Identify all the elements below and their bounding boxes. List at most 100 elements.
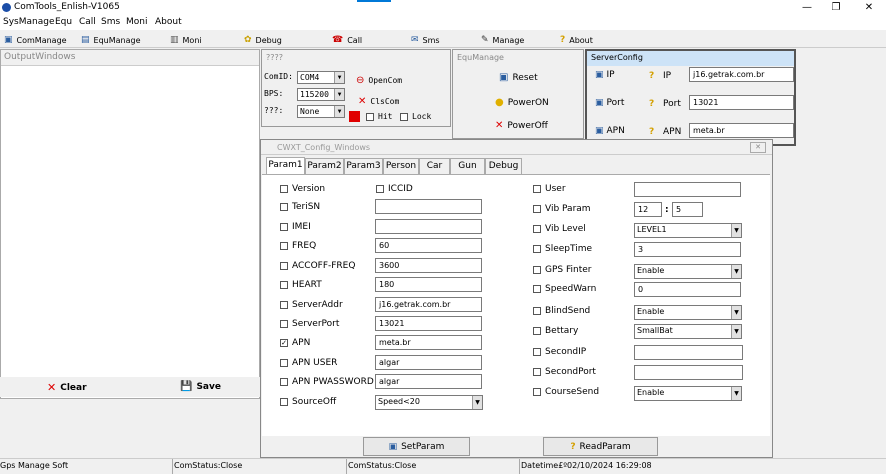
accoff-freq-checkbox[interactable] xyxy=(280,262,288,270)
menu-about[interactable]: About xyxy=(155,17,182,27)
server-apn-button[interactable]: ▣ APN xyxy=(595,126,625,136)
apn-password-input[interactable]: algar xyxy=(375,374,482,389)
bettary-select[interactable]: SmallBat ▼ xyxy=(634,324,742,339)
poweroff-button[interactable]: ✕ PowerOff xyxy=(495,120,548,131)
menu-equ[interactable]: Equ xyxy=(55,17,72,27)
poweron-button[interactable]: ● PowerON xyxy=(495,97,549,108)
vib-param-input-1[interactable]: 12 xyxy=(634,202,662,217)
iccid-checkbox[interactable] xyxy=(376,185,384,193)
hit-checkbox[interactable] xyxy=(366,113,374,121)
tab-person[interactable]: Person xyxy=(383,158,419,174)
freq-label: FREQ xyxy=(292,241,317,251)
secondport-checkbox[interactable] xyxy=(533,368,541,376)
toolbar-equmanage-button[interactable]: ▤ EquManage xyxy=(81,33,141,47)
freq-input[interactable]: 60 xyxy=(375,238,482,253)
tab-gun[interactable]: Gun xyxy=(450,158,485,174)
bps-select[interactable]: 115200 ▼ xyxy=(297,88,345,101)
server-port-input[interactable]: 13021 xyxy=(689,95,794,110)
menu-moni[interactable]: Moni xyxy=(126,17,147,27)
apn-password-checkbox[interactable] xyxy=(280,378,288,386)
version-checkbox[interactable] xyxy=(280,185,288,193)
lock-checkbox[interactable] xyxy=(400,113,408,121)
imei-checkbox[interactable] xyxy=(280,223,288,231)
accoff-freq-input[interactable]: 3600 xyxy=(375,258,482,273)
server-ip-input[interactable]: j16.getrak.com.br xyxy=(689,67,794,82)
user-checkbox[interactable] xyxy=(533,185,541,193)
bettary-checkbox[interactable] xyxy=(533,327,541,335)
toolbar-moni-button[interactable]: ▥ Moni xyxy=(170,33,202,47)
vib-param-checkbox[interactable] xyxy=(533,205,541,213)
coursesend-label: CourseSend xyxy=(545,387,600,397)
toolbar-commanage-button[interactable]: ▣ ComManage xyxy=(4,33,67,47)
save-icon: 💾 xyxy=(180,381,193,392)
toolbar-debug-button[interactable]: ✿ Debug xyxy=(244,33,282,47)
tab-debug[interactable]: Debug xyxy=(485,158,522,174)
menu-sms[interactable]: Sms xyxy=(101,17,120,27)
sourceoff-select[interactable]: Speed<20 ▼ xyxy=(375,395,483,410)
toolbar-sms-button[interactable]: ✉ Sms xyxy=(411,33,440,47)
server-apn-input[interactable]: meta.br xyxy=(689,123,794,138)
tab-car[interactable]: Car xyxy=(419,158,450,174)
coursesend-checkbox[interactable] xyxy=(533,388,541,396)
serveraddr-checkbox[interactable] xyxy=(280,301,288,309)
toolbar-call-button[interactable]: ☎ Call xyxy=(332,33,362,47)
coursesend-select[interactable]: Enable ▼ xyxy=(634,386,742,401)
serveraddr-input[interactable]: j16.getrak.com.br xyxy=(375,297,482,312)
freq-checkbox[interactable] xyxy=(280,242,288,250)
speedwarn-label: SpeedWarn xyxy=(545,284,597,294)
close-com-button[interactable]: ✕ ClsCom xyxy=(358,96,399,107)
tab-param1[interactable]: Param1 xyxy=(266,157,305,174)
server-apn-label: APN xyxy=(663,127,682,137)
maximize-button[interactable]: ❐ xyxy=(822,0,850,16)
user-input[interactable] xyxy=(634,182,741,197)
comid-select[interactable]: COM4 ▼ xyxy=(297,71,345,84)
apn-checkbox[interactable]: ✓ xyxy=(280,339,288,347)
reset-button[interactable]: ▣ Reset xyxy=(499,72,538,83)
config-close-button[interactable]: ✕ xyxy=(750,142,766,153)
apn-user-checkbox[interactable] xyxy=(280,359,288,367)
poweroff-icon: ✕ xyxy=(495,120,504,131)
tab-param3[interactable]: Param3 xyxy=(344,158,383,174)
bettary-label: Bettary xyxy=(545,326,579,336)
speedwarn-checkbox[interactable] xyxy=(533,285,541,293)
tab-param2[interactable]: Param2 xyxy=(305,158,344,174)
imei-input[interactable] xyxy=(375,219,482,234)
secondport-input[interactable] xyxy=(634,365,743,380)
accoff-freq-label: ACCOFF-FREQ xyxy=(292,261,356,271)
serverport-input[interactable]: 13021 xyxy=(375,316,482,331)
parity-select[interactable]: None ▼ xyxy=(297,105,345,118)
menu-call[interactable]: Call xyxy=(79,17,96,27)
save-button[interactable]: 💾 Save xyxy=(180,381,221,392)
serverport-checkbox[interactable] xyxy=(280,320,288,328)
setparam-button[interactable]: ▣ SetParam xyxy=(363,437,470,456)
gps-filter-select[interactable]: Enable ▼ xyxy=(634,264,742,279)
minimize-button[interactable]: — xyxy=(793,0,821,16)
clear-button[interactable]: ✕ Clear xyxy=(47,381,87,394)
speedwarn-input[interactable]: 0 xyxy=(634,282,741,297)
terisn-checkbox[interactable] xyxy=(280,203,288,211)
secondip-checkbox[interactable] xyxy=(533,348,541,356)
apn-input[interactable]: meta.br xyxy=(375,335,482,350)
sourceoff-checkbox[interactable] xyxy=(280,398,288,406)
terisn-input[interactable] xyxy=(375,199,482,214)
menu-sysmanage[interactable]: SysManage xyxy=(3,17,54,27)
server-ip-button[interactable]: ▣ IP xyxy=(595,70,615,80)
heart-input[interactable]: 180 xyxy=(375,277,482,292)
secondip-input[interactable] xyxy=(634,345,743,360)
blindsend-select[interactable]: Enable ▼ xyxy=(634,305,742,320)
open-com-button[interactable]: ⊖ OpenCom xyxy=(356,75,402,86)
server-port-button[interactable]: ▣ Port xyxy=(595,98,624,108)
sleeptime-checkbox[interactable] xyxy=(533,245,541,253)
vib-param-input-2[interactable]: 5 xyxy=(672,202,703,217)
apn-user-input[interactable]: algar xyxy=(375,355,482,370)
vib-level-checkbox[interactable] xyxy=(533,225,541,233)
readparam-button[interactable]: ? ReadParam xyxy=(543,437,658,456)
toolbar-manage-button[interactable]: ✎ Manage xyxy=(481,33,524,47)
heart-checkbox[interactable] xyxy=(280,281,288,289)
toolbar-about-button[interactable]: ? About xyxy=(560,33,593,47)
vib-level-select[interactable]: LEVEL1 ▼ xyxy=(634,223,742,238)
blindsend-checkbox[interactable] xyxy=(533,307,541,315)
close-button[interactable]: ✕ xyxy=(855,0,883,16)
gps-filter-checkbox[interactable] xyxy=(533,266,541,274)
sleeptime-input[interactable]: 3 xyxy=(634,242,741,257)
